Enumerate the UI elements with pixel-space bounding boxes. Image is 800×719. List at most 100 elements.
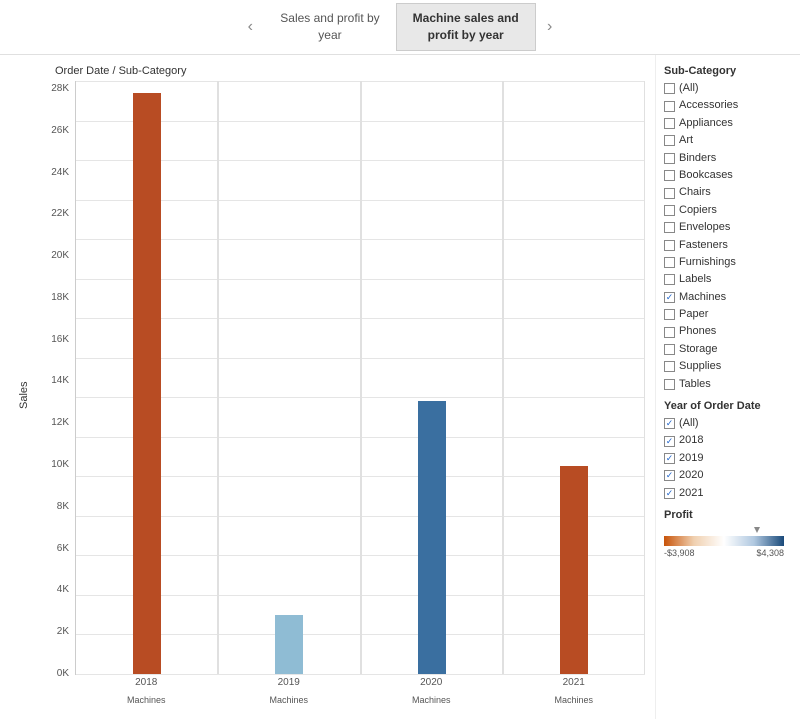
- legend-label-year-2018: 2018: [679, 433, 703, 448]
- y-axis-and-plot: 28K 26K 24K 22K 20K 18K 16K 14K 12K 10K …: [37, 81, 645, 709]
- checkbox-storage[interactable]: [664, 344, 675, 355]
- checkbox-bookcases[interactable]: [664, 170, 675, 181]
- legend-item-binders[interactable]: Binders: [664, 151, 792, 166]
- y-tick: 10K: [51, 459, 69, 470]
- legend-item-all[interactable]: (All): [664, 81, 792, 96]
- legend-label-art: Art: [679, 133, 693, 148]
- legend-item-fasteners[interactable]: Fasteners: [664, 238, 792, 253]
- legend-item-year-2019[interactable]: 2019: [664, 451, 792, 466]
- year-label-2019: 2019: [218, 677, 361, 693]
- x-axis-subcats: Machines Machines Machines Machines: [75, 695, 645, 709]
- legend-item-supplies[interactable]: Supplies: [664, 359, 792, 374]
- legend-label-tables: Tables: [679, 377, 711, 392]
- plot-grid: [75, 81, 645, 675]
- tab-machine-sales[interactable]: Machine sales and profit by year: [396, 3, 536, 51]
- checkbox-fasteners[interactable]: [664, 240, 675, 251]
- legend-label-year-2020: 2020: [679, 468, 703, 483]
- y-axis-label: Sales: [15, 81, 33, 709]
- legend-item-envelopes[interactable]: Envelopes: [664, 220, 792, 235]
- bar-2019: [275, 81, 303, 674]
- legend-item-year-2021[interactable]: 2021: [664, 486, 792, 501]
- year-group-2021: [503, 81, 645, 674]
- x-axis-years: 2018 2019 2020 2021: [75, 677, 645, 693]
- checkbox-year-all[interactable]: [664, 418, 675, 429]
- legend-label-appliances: Appliances: [679, 116, 733, 131]
- profit-scale: -$3,908 $4,308: [664, 527, 792, 558]
- legend-item-appliances[interactable]: Appliances: [664, 116, 792, 131]
- legend-item-copiers[interactable]: Copiers: [664, 203, 792, 218]
- prev-arrow[interactable]: ‹: [236, 13, 264, 41]
- profit-labels: -$3,908 $4,308: [664, 548, 784, 558]
- checkbox-year-2019[interactable]: [664, 453, 675, 464]
- legend-item-paper[interactable]: Paper: [664, 307, 792, 322]
- legend-label-paper: Paper: [679, 307, 708, 322]
- legend-label-accessories: Accessories: [679, 98, 738, 113]
- checkbox-appliances[interactable]: [664, 118, 675, 129]
- bar-fill-2020: [418, 401, 446, 674]
- subcategory-title: Sub-Category: [664, 65, 792, 77]
- legend-item-year-2018[interactable]: 2018: [664, 433, 792, 448]
- next-arrow[interactable]: ›: [536, 13, 564, 41]
- legend-label-furnishings: Furnishings: [679, 255, 736, 270]
- legend-label-envelopes: Envelopes: [679, 220, 730, 235]
- profit-max: $4,308: [756, 548, 784, 558]
- legend-label-labels: Labels: [679, 272, 711, 287]
- checkbox-year-2021[interactable]: [664, 488, 675, 499]
- checkbox-copiers[interactable]: [664, 205, 675, 216]
- profit-triangle-marker: [754, 527, 760, 533]
- y-tick: 4K: [57, 584, 69, 595]
- legend-item-tables[interactable]: Tables: [664, 377, 792, 392]
- checkbox-chairs[interactable]: [664, 188, 675, 199]
- y-tick: 14K: [51, 375, 69, 386]
- chart-area: Order Date / Sub-Category Sales 28K 26K …: [0, 55, 655, 719]
- checkbox-year-2018[interactable]: [664, 436, 675, 447]
- grid-line: [76, 674, 645, 675]
- bars-container: [76, 81, 645, 674]
- checkbox-paper[interactable]: [664, 309, 675, 320]
- legend-item-machines[interactable]: Machines: [664, 290, 792, 305]
- legend-item-bookcases[interactable]: Bookcases: [664, 168, 792, 183]
- y-tick: 2K: [57, 626, 69, 637]
- checkbox-furnishings[interactable]: [664, 257, 675, 268]
- year-label-2020: 2020: [360, 677, 503, 693]
- legend-label-bookcases: Bookcases: [679, 168, 733, 183]
- checkbox-year-2020[interactable]: [664, 470, 675, 481]
- checkbox-supplies[interactable]: [664, 361, 675, 372]
- checkbox-art[interactable]: [664, 135, 675, 146]
- bar-2020: [418, 81, 446, 674]
- tab-sales-profit[interactable]: Sales and profit by year: [264, 4, 395, 50]
- y-tick: 26K: [51, 125, 69, 136]
- checkbox-envelopes[interactable]: [664, 222, 675, 233]
- legend-item-year-all[interactable]: (All): [664, 416, 792, 431]
- checkbox-tables[interactable]: [664, 379, 675, 390]
- checkbox-binders[interactable]: [664, 153, 675, 164]
- year-label-2018: 2018: [75, 677, 218, 693]
- legend-item-accessories[interactable]: Accessories: [664, 98, 792, 113]
- legend-label-binders: Binders: [679, 151, 716, 166]
- legend-item-chairs[interactable]: Chairs: [664, 185, 792, 200]
- y-tick: 18K: [51, 292, 69, 303]
- legend-label-chairs: Chairs: [679, 185, 711, 200]
- bar-2018: [133, 81, 161, 674]
- y-tick: 12K: [51, 417, 69, 428]
- profit-title: Profit: [664, 509, 792, 521]
- checkbox-machines[interactable]: [664, 292, 675, 303]
- y-tick: 20K: [51, 250, 69, 261]
- profit-triangle: [664, 527, 784, 535]
- checkbox-accessories[interactable]: [664, 101, 675, 112]
- y-tick: 28K: [51, 83, 69, 94]
- checkbox-labels[interactable]: [664, 274, 675, 285]
- y-axis: 28K 26K 24K 22K 20K 18K 16K 14K 12K 10K …: [37, 81, 75, 709]
- legend-item-year-2020[interactable]: 2020: [664, 468, 792, 483]
- legend-item-storage[interactable]: Storage: [664, 342, 792, 357]
- legend-label-year-2021: 2021: [679, 486, 703, 501]
- checkbox-all[interactable]: [664, 83, 675, 94]
- legend-item-labels[interactable]: Labels: [664, 272, 792, 287]
- checkbox-phones[interactable]: [664, 327, 675, 338]
- legend-item-furnishings[interactable]: Furnishings: [664, 255, 792, 270]
- chart-wrapper: Sales 28K 26K 24K 22K 20K 18K 16K 14K: [15, 81, 645, 709]
- legend-label-supplies: Supplies: [679, 359, 721, 374]
- legend-item-art[interactable]: Art: [664, 133, 792, 148]
- legend-label-phones: Phones: [679, 324, 716, 339]
- legend-item-phones[interactable]: Phones: [664, 324, 792, 339]
